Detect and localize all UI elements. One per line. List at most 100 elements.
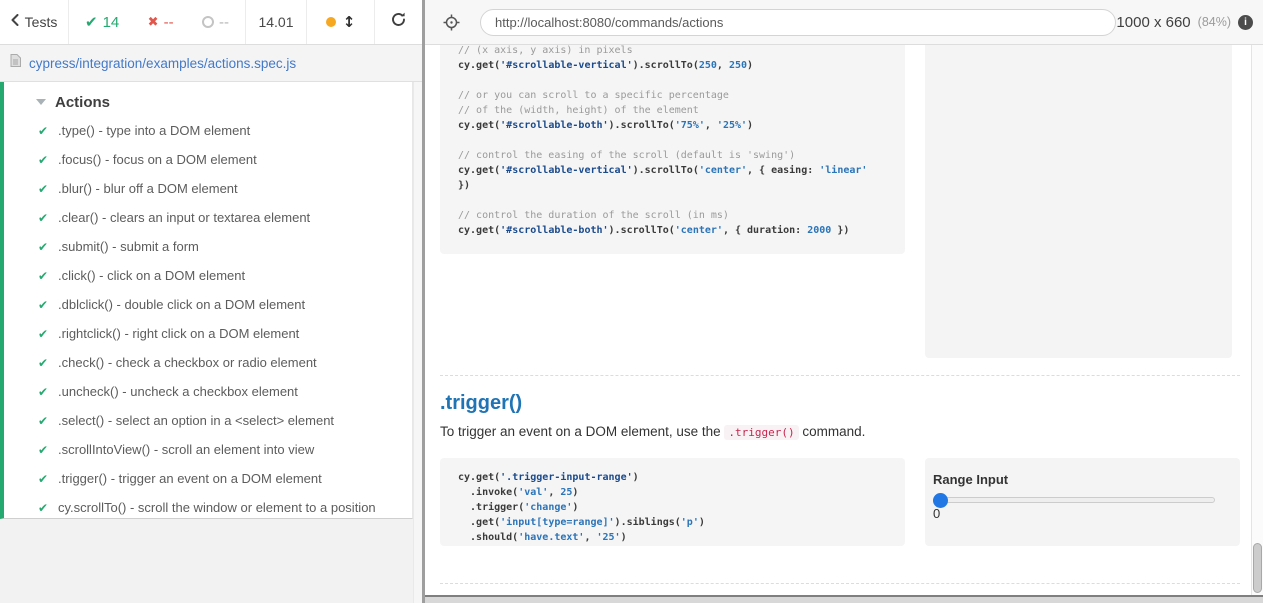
aut-scrollbar[interactable] bbox=[1251, 45, 1263, 595]
section-divider bbox=[440, 375, 1240, 376]
auto-scroll-control[interactable]: ↕ bbox=[307, 0, 375, 44]
test-label: .blur() - blur off a DOM element bbox=[58, 181, 238, 196]
check-icon: ✔ bbox=[38, 269, 52, 283]
test-label: .clear() - clears an input or textarea e… bbox=[58, 210, 310, 225]
check-icon: ✔ bbox=[38, 211, 52, 225]
range-panel: Range Input 0 bbox=[925, 458, 1240, 546]
test-item[interactable]: ✔ .click() - click on a DOM element bbox=[4, 261, 412, 290]
url-input[interactable]: http://localhost:8080/commands/actions bbox=[480, 9, 1116, 36]
check-icon: ✔ bbox=[38, 385, 52, 399]
test-item[interactable]: ✔ .scrollIntoView() - scroll an element i… bbox=[4, 435, 412, 464]
test-stats: ✔ 14 ✖ -- -- bbox=[69, 0, 246, 44]
spec-path-link[interactable]: cypress/integration/examples/actions.spe… bbox=[29, 56, 296, 71]
pending-count: -- bbox=[219, 14, 229, 31]
up-down-arrow-icon: ↕ bbox=[343, 13, 356, 31]
selector-playground-button[interactable] bbox=[443, 14, 460, 36]
back-to-tests-button[interactable]: Tests bbox=[0, 0, 69, 44]
check-icon: ✔ bbox=[38, 501, 52, 515]
section-divider bbox=[440, 583, 1240, 584]
test-item[interactable]: ✔ .focus() - focus on a DOM element bbox=[4, 145, 412, 174]
x-icon: ✖ bbox=[148, 15, 159, 30]
test-item[interactable]: ✔ .clear() - clears an input or textarea … bbox=[4, 203, 412, 232]
check-icon: ✔ bbox=[38, 153, 52, 167]
range-value: 0 bbox=[933, 506, 940, 521]
check-icon: ✔ bbox=[38, 414, 52, 428]
range-input-slider[interactable] bbox=[933, 490, 1224, 510]
aut-frame-bottom-edge bbox=[425, 595, 1263, 597]
test-label: .select() - select an option in a <selec… bbox=[58, 413, 334, 428]
slider-track bbox=[933, 497, 1215, 503]
scroll-demo-panel: 100 x 100 100 x 100 I'm Here bbox=[925, 45, 1232, 358]
aut-area: // (x axis, y axis) in pixelscy.get('#sc… bbox=[425, 45, 1263, 603]
test-label: .click() - click on a DOM element bbox=[58, 268, 245, 283]
restart-tests-button[interactable] bbox=[375, 0, 422, 44]
test-label: .type() - type into a DOM element bbox=[58, 123, 250, 138]
caret-down-icon bbox=[36, 99, 46, 105]
range-label: Range Input bbox=[933, 472, 1008, 487]
description-text: To trigger an event on a DOM element, us… bbox=[440, 424, 724, 439]
test-label: .focus() - focus on a DOM element bbox=[58, 152, 257, 167]
suite-title: Actions bbox=[55, 94, 110, 111]
file-icon bbox=[10, 54, 21, 72]
failed-stat: ✖ -- bbox=[148, 14, 174, 31]
test-item[interactable]: ✔ .select() - select an option in a <sele… bbox=[4, 406, 412, 435]
aut-header: http://localhost:8080/commands/actions 1… bbox=[425, 0, 1263, 45]
test-item[interactable]: ✔.dblclick() - double click on a DOM ele… bbox=[4, 290, 412, 319]
code-block-trigger: cy.get('.trigger-input-range') .invoke('… bbox=[440, 458, 905, 546]
orange-dot-icon bbox=[326, 17, 336, 27]
check-icon: ✔ bbox=[38, 356, 52, 370]
circle-icon bbox=[202, 16, 214, 28]
test-item[interactable]: ✔ .rightclick() - right click on a DOM el… bbox=[4, 319, 412, 348]
spec-bar: cypress/integration/examples/actions.spe… bbox=[0, 45, 422, 82]
test-label: .uncheck() - uncheck a checkbox element bbox=[58, 384, 298, 399]
trigger-heading: .trigger() bbox=[440, 392, 522, 415]
refresh-icon bbox=[390, 11, 407, 33]
crosshair-icon bbox=[443, 18, 460, 35]
test-list: ✔ .type() - type into a DOM element ✔ .focu… bbox=[4, 116, 412, 522]
inline-code: .trigger() bbox=[724, 425, 798, 440]
test-label: .rightclick() - right click on a DOM ele… bbox=[58, 326, 299, 341]
chevron-left-icon bbox=[11, 13, 19, 31]
check-icon: ✔ bbox=[38, 327, 52, 341]
test-item[interactable]: ✔ .uncheck() - uncheck a checkbox element bbox=[4, 377, 412, 406]
panel-divider[interactable] bbox=[422, 0, 425, 603]
test-label: .dblclick() - double click on a DOM elem… bbox=[58, 297, 305, 312]
back-label: Tests bbox=[25, 14, 58, 30]
trigger-description: To trigger an event on a DOM element, us… bbox=[440, 424, 865, 439]
test-item[interactable]: ✔ .type() - type into a DOM element bbox=[4, 116, 412, 145]
test-item[interactable]: ✔ .check() - check a checkbox or radio el… bbox=[4, 348, 412, 377]
check-icon: ✔ bbox=[38, 182, 52, 196]
test-label: .submit() - submit a form bbox=[58, 239, 199, 254]
test-label: .scrollIntoView() - scroll an element in… bbox=[58, 442, 314, 457]
suite-header[interactable]: Actions bbox=[4, 88, 412, 116]
duration: 14.01 bbox=[246, 0, 307, 44]
test-label: .check() - check a checkbox or radio ele… bbox=[58, 355, 317, 370]
failed-count: -- bbox=[164, 14, 174, 31]
check-icon: ✔ bbox=[38, 472, 52, 486]
test-label: .trigger() - trigger an event on a DOM e… bbox=[58, 471, 322, 486]
viewport-info: 1000 x 660 (84%) i bbox=[1116, 0, 1253, 44]
header-bar: Tests ✔ 14 ✖ -- -- 14.01 ↕ bbox=[0, 0, 1263, 45]
runner-sidebar: cypress/integration/examples/actions.spe… bbox=[0, 45, 422, 603]
test-results: Actions ✔ .type() - type into a DOM eleme… bbox=[0, 82, 413, 519]
check-icon: ✔ bbox=[38, 240, 52, 254]
test-item[interactable]: ✔ .trigger() - trigger an event on a DOM … bbox=[4, 464, 412, 493]
check-icon: ✔ bbox=[85, 13, 98, 31]
check-icon: ✔ bbox=[38, 124, 52, 138]
viewport-scale: (84%) bbox=[1198, 15, 1231, 29]
aut-frame: // (x axis, y axis) in pixelscy.get('#sc… bbox=[425, 45, 1251, 595]
sidebar-scrollbar[interactable] bbox=[413, 82, 422, 603]
test-item[interactable]: ✔ .submit() - submit a form bbox=[4, 232, 412, 261]
aut-scrollbar-thumb[interactable] bbox=[1253, 543, 1262, 593]
test-item[interactable]: ✔ cy.scrollTo() - scroll the window or el… bbox=[4, 493, 412, 522]
test-item[interactable]: ✔ .blur() - blur off a DOM element bbox=[4, 174, 412, 203]
runner-header: Tests ✔ 14 ✖ -- -- 14.01 ↕ bbox=[0, 0, 422, 45]
passed-stat: ✔ 14 bbox=[85, 13, 119, 31]
check-icon: ✔ bbox=[38, 443, 52, 457]
viewport-size: 1000 x 660 bbox=[1116, 14, 1190, 31]
viewport-info-icon[interactable]: i bbox=[1238, 15, 1253, 30]
cypress-test-runner: Tests ✔ 14 ✖ -- -- 14.01 ↕ bbox=[0, 0, 1263, 603]
test-label: cy.scrollTo() - scroll the window or ele… bbox=[58, 500, 376, 515]
description-text: command. bbox=[799, 424, 866, 439]
passed-count: 14 bbox=[103, 14, 120, 31]
